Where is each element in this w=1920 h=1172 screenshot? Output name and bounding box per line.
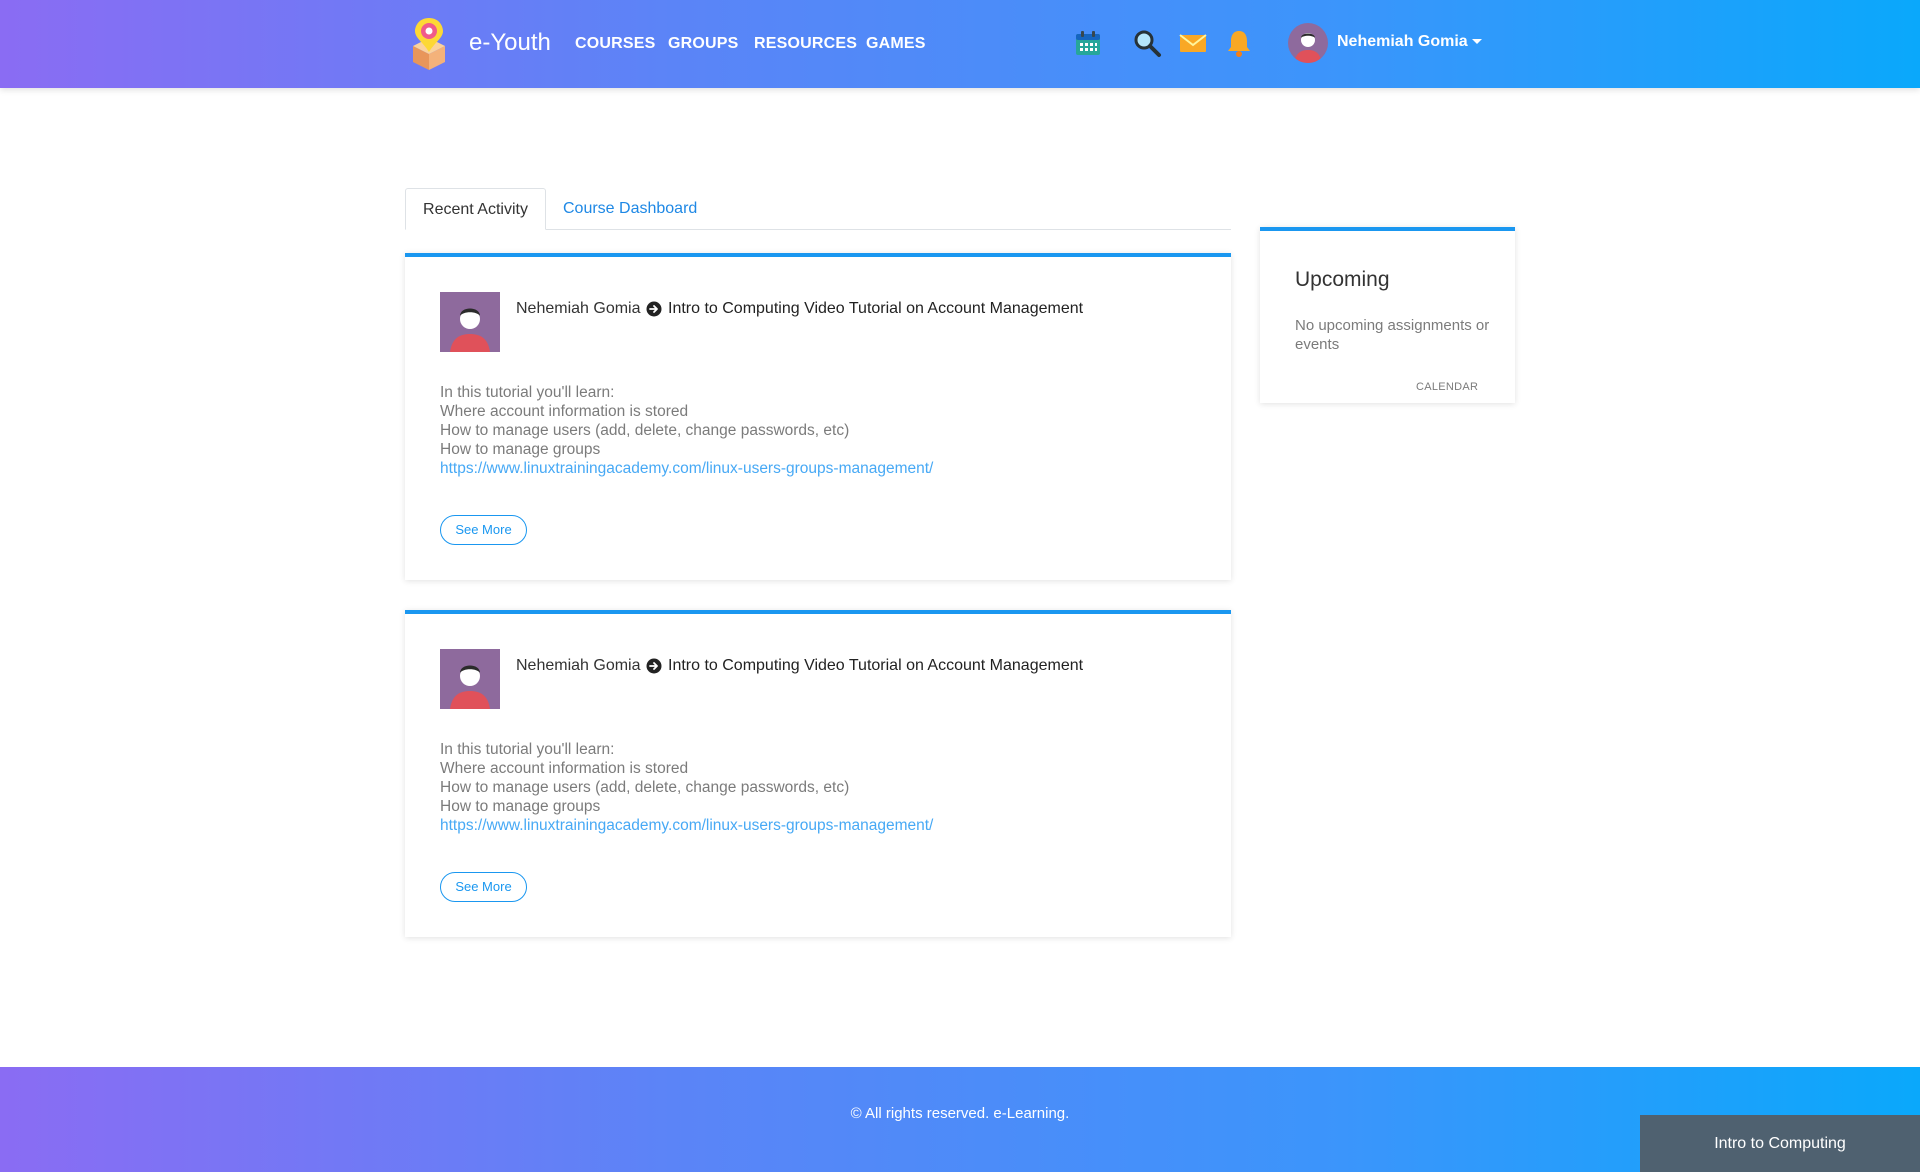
copyright-text: © All rights reserved. e-Learning.	[850, 1105, 1070, 1122]
nav-games[interactable]: GAMES	[866, 35, 926, 53]
activity-author[interactable]: Nehemiah Gomia	[516, 300, 641, 318]
current-course-chip[interactable]: Intro to Computing	[1640, 1115, 1920, 1172]
see-more-button[interactable]: See More	[440, 872, 527, 902]
arrow-right-circle-icon	[646, 301, 662, 317]
author-avatar	[440, 292, 500, 352]
description-line: How to manage groups	[440, 441, 601, 458]
activity-card: Nehemiah Gomia Intro to Computing Video …	[405, 610, 1231, 937]
top-navbar: e-Youth COURSES GROUPS RESOURCES GAMES N…	[0, 0, 1920, 88]
brand-name[interactable]: e-Youth	[469, 29, 551, 57]
tab-course-dashboard[interactable]: Course Dashboard	[563, 188, 697, 230]
footer: © All rights reserved. e-Learning.	[0, 1067, 1920, 1172]
user-avatar[interactable]	[1288, 23, 1328, 63]
e-youth-logo[interactable]	[407, 16, 451, 70]
mail-icon[interactable]	[1178, 28, 1208, 58]
nav-resources[interactable]: RESOURCES	[754, 35, 857, 53]
see-more-button[interactable]: See More	[440, 515, 527, 545]
activity-link[interactable]: https://www.linuxtrainingacademy.com/lin…	[440, 459, 933, 478]
description-line: How to manage groups	[440, 798, 601, 815]
activity-title[interactable]: Intro to Computing Video Tutorial on Acc…	[668, 300, 1083, 318]
activity-description: In this tutorial you'll learn: Where acc…	[440, 383, 933, 478]
calendar-icon[interactable]	[1073, 28, 1103, 58]
activity-description: In this tutorial you'll learn: Where acc…	[440, 740, 933, 835]
description-line: Where account information is stored	[440, 760, 689, 777]
arrow-right-circle-icon	[646, 658, 662, 674]
description-line: In this tutorial you'll learn:	[440, 384, 615, 401]
description-line: In this tutorial you'll learn:	[440, 741, 615, 758]
description-line: How to manage users (add, delete, change…	[440, 422, 850, 439]
nav-groups[interactable]: GROUPS	[668, 35, 739, 53]
search-icon[interactable]	[1132, 28, 1162, 58]
description-line: Where account information is stored	[440, 403, 689, 420]
user-menu-name[interactable]: Nehemiah Gomia	[1337, 33, 1468, 51]
upcoming-empty-message: No upcoming assignments or events	[1295, 317, 1490, 353]
bell-icon[interactable]	[1224, 28, 1254, 58]
nav-courses[interactable]: COURSES	[575, 35, 656, 53]
author-avatar	[440, 649, 500, 709]
activity-author[interactable]: Nehemiah Gomia	[516, 657, 641, 675]
description-line: How to manage users (add, delete, change…	[440, 779, 850, 796]
chevron-down-icon[interactable]	[1472, 39, 1482, 44]
activity-card: Nehemiah Gomia Intro to Computing Video …	[405, 253, 1231, 580]
activity-tabs: Recent Activity Course Dashboard	[405, 188, 1231, 230]
calendar-link[interactable]: CALENDAR	[1416, 381, 1478, 393]
tab-recent-activity[interactable]: Recent Activity	[405, 188, 546, 230]
upcoming-title: Upcoming	[1295, 268, 1390, 291]
activity-link[interactable]: https://www.linuxtrainingacademy.com/lin…	[440, 816, 933, 835]
activity-title[interactable]: Intro to Computing Video Tutorial on Acc…	[668, 657, 1083, 675]
upcoming-panel: Upcoming No upcoming assignments or even…	[1260, 227, 1515, 403]
